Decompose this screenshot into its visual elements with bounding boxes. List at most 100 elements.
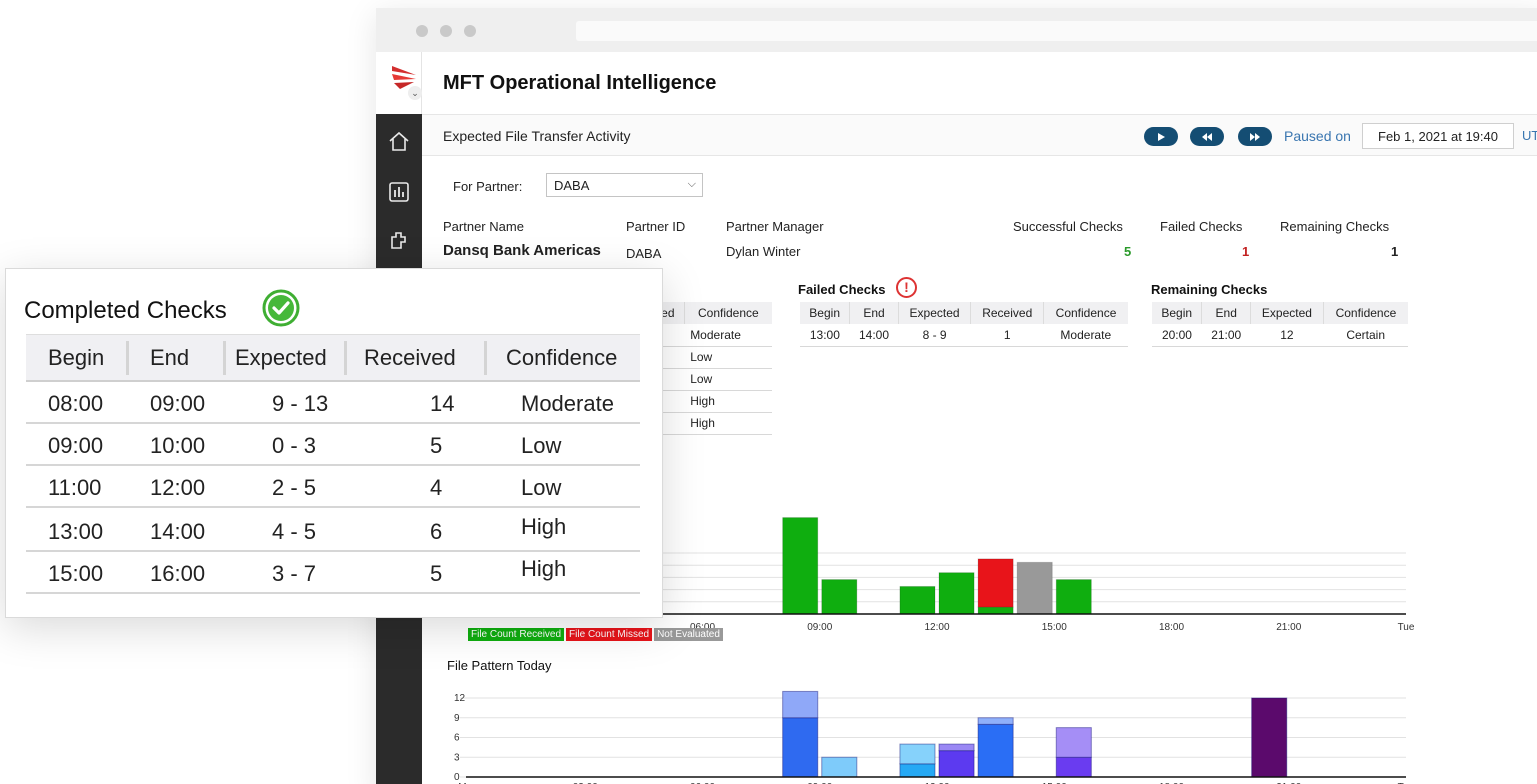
column-header: Confidence [1322,302,1408,324]
rewind-button[interactable] [1190,127,1224,146]
table-row: 08:00 09:00 9 - 13 14 Moderate [26,382,640,424]
window-minimize-dot[interactable] [440,25,452,37]
checkmark-circle-icon [262,289,300,327]
successful-checks-header: Successful Checks [1013,219,1123,234]
partner-id-value: DABA [626,246,662,261]
bar [899,763,936,778]
bar [821,579,858,615]
completed-checks-header: Begin End Expected Received Confidence [26,334,640,382]
x-tick-label: Tue [1398,622,1415,633]
failed-checks-table: Begin End Expected Received Confidence 13:00… [800,302,1128,347]
window-maximize-dot[interactable] [464,25,476,37]
alert-icon: ! [896,277,917,298]
x-tick-label: 21:00 [1276,622,1301,633]
table-cell: Low [521,433,562,458]
integrations-icon[interactable] [387,228,411,252]
play-icon [1158,132,1165,141]
browser-titlebar [376,8,1537,52]
fast-forward-button[interactable] [1238,127,1272,146]
column-header: Expected [897,302,971,324]
y-tick-label: 9 [454,713,460,724]
completed-checks-table-partial: ved Confidence 4Moderate5Low4Low6High5Hi… [646,302,772,435]
x-tick-label: 15:00 [1042,622,1067,633]
table-row: 20:00 21:00 12 Certain [1152,324,1408,347]
column-header: End [1201,302,1251,324]
partner-filter-label: For Partner: [453,179,523,194]
column-header: Begin [800,302,850,324]
table-row: 5High [646,412,772,435]
table-row: 13:00 14:00 4 - 5 6 High [26,510,640,552]
partner-select[interactable]: DABA ⌵ [546,173,703,197]
activity-toolbar: Expected File Transfer Activity Paused o… [422,114,1537,156]
column-header-received: Received [364,345,456,370]
table-cell: 10:00 [150,433,206,458]
table-cell: 14:00 [150,519,206,544]
paused-label: Paused on [1284,128,1351,144]
file-pattern-title: File Pattern Today [447,658,552,673]
failed-checks-title: Failed Checks [798,282,886,297]
table-row: 09:00 10:00 0 - 3 5 Low [26,424,640,466]
table-cell: 1 [970,324,1044,347]
remaining-checks-table: Begin End Expected Confidence 20:00 21:00 12 C… [1152,302,1408,347]
column-divider [484,341,487,375]
logo-chevron-down-icon[interactable]: ⌄ [408,86,422,100]
bar [1055,756,1092,778]
table-cell: Certain [1323,324,1408,347]
table-cell: 2 - 5 [272,475,317,500]
x-tick-label: 09:00 [807,622,832,633]
partner-manager-header: Partner Manager [726,219,824,234]
partner-name-header: Partner Name [443,219,524,234]
page-subtitle: Expected File Transfer Activity [443,128,631,144]
legend-item: File Count Missed [566,628,653,641]
table-cell: Low [684,368,772,391]
bar [977,717,1014,725]
table-cell: 5 [430,433,443,458]
table-cell: Moderate [1043,324,1128,347]
bar [899,743,936,765]
column-header: Begin [1152,302,1202,324]
table-cell: 8 - 9 [898,324,971,347]
bar [1055,579,1092,615]
reports-icon[interactable] [387,180,411,204]
table-row: 5Low [646,346,772,369]
window-close-dot[interactable] [416,25,428,37]
table-cell: High [521,514,567,539]
table-row: 4Moderate [646,324,772,347]
partner-select-value: DABA [554,178,590,193]
timezone-label[interactable]: UT [1522,128,1537,143]
table-cell: 4 - 5 [272,519,317,544]
remaining-checks-value: 1 [1391,244,1399,259]
bar [938,572,975,615]
column-header: End [849,302,899,324]
table-cell: High [521,556,567,581]
x-tick-label: 12:00 [924,622,949,633]
bar [938,743,975,752]
app-title: MFT Operational Intelligence [443,72,717,94]
bar [977,723,1014,778]
table-row: 6High [646,390,772,413]
partner-manager-value: Dylan Winter [726,244,801,259]
remaining-checks-title: Remaining Checks [1151,282,1268,297]
table-cell: 09:00 [48,433,104,458]
table-cell: 3 - 7 [272,561,317,586]
sidebar-logo-area: ⌄ [376,52,422,114]
bar [1016,561,1053,615]
fast-forward-icon [1250,132,1260,141]
column-divider [344,341,347,375]
home-icon[interactable] [387,130,411,154]
table-cell: 6 [430,519,443,544]
table-cell: High [684,390,772,413]
table-cell: 13:00 [800,324,850,347]
play-button[interactable] [1144,127,1178,146]
table-row: 15:00 16:00 3 - 7 5 High [26,552,640,594]
table-cell: 15:00 [48,561,104,586]
table-cell: 9 - 13 [272,391,329,416]
partner-id-header: Partner ID [626,219,686,234]
column-header-confidence: Confidence [506,345,618,370]
paused-date-field[interactable]: Feb 1, 2021 at 19:40 [1362,123,1514,149]
completed-checks-card: Completed Checks Begin End Expected Rece… [5,268,663,618]
legend-item: File Count Received [468,628,565,641]
column-header-expected: Expected [235,345,327,370]
address-bar[interactable] [576,21,1537,41]
bar [1251,697,1288,778]
